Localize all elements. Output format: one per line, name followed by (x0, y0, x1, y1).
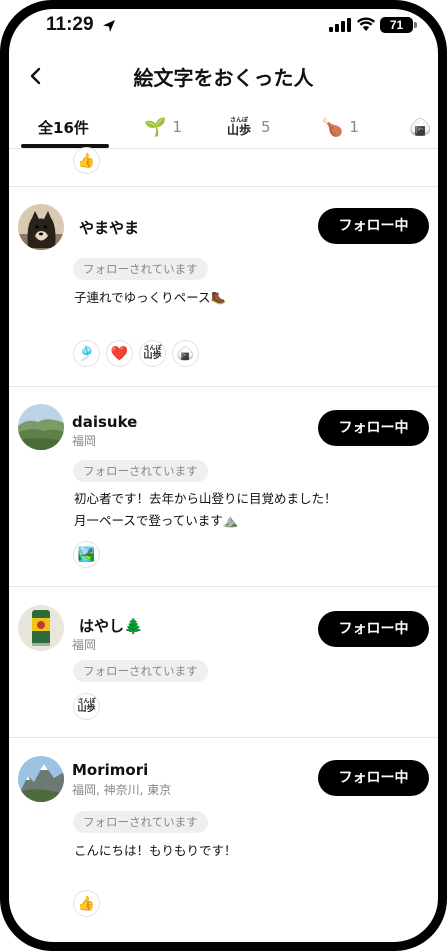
drumstick-icon: 🍗 (321, 116, 344, 138)
cellular-signal-icon (329, 18, 351, 32)
list-item-partial: 👍 (9, 147, 438, 187)
beer-can-avatar-icon (18, 605, 64, 651)
tab-sanpo[interactable]: さんぽ 山歩 5 (227, 109, 271, 145)
user-name[interactable]: Morimori (72, 761, 148, 779)
rice-ball-icon: 🍙 (409, 116, 432, 138)
wind-chime-reaction[interactable]: 🎐 (73, 340, 100, 367)
thumbs-up-reaction[interactable]: 👍 (73, 890, 100, 917)
shiba-dog-avatar-icon (18, 204, 64, 250)
reaction-list: 🏞️ (73, 541, 100, 568)
battery-tip (414, 22, 417, 28)
status-time: 11:29 (46, 14, 94, 35)
tab-rice-ball[interactable]: 🍙 2 (409, 109, 438, 145)
following-button[interactable]: フォロー中 (318, 760, 429, 796)
tab-all-count: 16件 (53, 118, 89, 137)
user-location: 福岡 (72, 638, 97, 652)
rice-ball-reaction[interactable]: 🍙 (172, 340, 199, 367)
user-bio: 子連れでゆっくりペース🥾 (74, 290, 227, 305)
reaction-list: さんぽ 山歩 (73, 693, 100, 720)
sanpo-icon: さんぽ 山歩 (227, 117, 252, 137)
location-arrow-icon (103, 20, 115, 32)
seedling-icon: 🌱 (144, 116, 167, 138)
following-button[interactable]: フォロー中 (318, 410, 429, 446)
sanpo-reaction[interactable]: さんぽ 山歩 (139, 340, 166, 367)
heart-reaction[interactable]: ❤️ (106, 340, 133, 367)
status-bar: 11:29 71 (9, 9, 438, 43)
user-bio: 初心者です！去年から山登りに目覚めました！ 月一ペースで登っています⛰️ (74, 491, 337, 528)
follows-you-badge: フォローされています (73, 660, 208, 682)
list-item[interactable]: やまやま フォロー中 フォローされています 子連れでゆっくりペース🥾 🎐 ❤️ … (9, 187, 438, 387)
list-item[interactable]: はやし🌲 福岡 フォロー中 フォローされています さんぽ 山歩 (9, 587, 438, 738)
sanpo-reaction[interactable]: さんぽ 山歩 (73, 693, 100, 720)
user-list: 👍 やまやま フォロー中 フォローされています 子連れでゆっくりペース🥾 🎐 ❤… (9, 147, 438, 938)
following-button[interactable]: フォロー中 (318, 611, 429, 647)
park-reaction[interactable]: 🏞️ (73, 541, 100, 568)
user-name[interactable]: はやし🌲 (79, 615, 143, 636)
avatar[interactable] (18, 756, 64, 802)
alpine-peaks-avatar-icon (18, 756, 64, 802)
tab-seedling-count: 1 (172, 118, 182, 136)
list-item[interactable]: Morimori 福岡, 神奈川, 東京 フォロー中 フォローされています こん… (9, 738, 438, 938)
user-bio: こんにちは！もりもりです！ (74, 843, 237, 858)
screen: 11:29 71 絵文字をおくった人 全 16件 🌱 1 さんぽ 山歩 5 🍗 … (9, 9, 438, 942)
mountain-landscape-avatar-icon (18, 404, 64, 450)
avatar[interactable] (18, 204, 64, 250)
battery-icon: 71 (380, 17, 413, 33)
phone-frame: 11:29 71 絵文字をおくった人 全 16件 🌱 1 さんぽ 山歩 5 🍗 … (0, 0, 447, 951)
tab-all[interactable]: 全 16件 (38, 109, 89, 145)
tab-drumstick-count: 1 (349, 118, 359, 136)
follows-you-badge: フォローされています (73, 258, 208, 280)
user-name[interactable]: やまやま (79, 217, 139, 238)
avatar[interactable] (18, 605, 64, 651)
list-item[interactable]: daisuke 福岡 フォロー中 フォローされています 初心者です！去年から山登… (9, 387, 438, 587)
reaction-list: 🎐 ❤️ さんぽ 山歩 🍙 (73, 340, 199, 367)
page-title: 絵文字をおくった人 (133, 66, 314, 90)
tab-all-label: 全 (38, 118, 54, 137)
emoji-tabs: 全16件 🌱 1 さんぽ山歩 5 🍗 1 🍙 2 (9, 109, 438, 149)
reaction-list: 👍 (73, 147, 100, 174)
tab-drumstick[interactable]: 🍗 1 (321, 109, 359, 145)
header: 絵文字をおくった人 (9, 57, 438, 97)
user-location: 福岡, 神奈川, 東京 (72, 783, 172, 797)
user-location: 福岡 (72, 434, 97, 448)
user-name[interactable]: daisuke (72, 413, 137, 431)
tab-sanpo-count: 5 (261, 118, 271, 136)
follows-you-badge: フォローされています (73, 811, 208, 833)
tab-rice-ball-count: 2 (437, 118, 438, 136)
follows-you-badge: フォローされています (73, 460, 208, 482)
avatar[interactable] (18, 404, 64, 450)
following-button[interactable]: フォロー中 (318, 208, 429, 244)
wifi-icon (356, 17, 376, 31)
tab-seedling[interactable]: 🌱 1 (144, 109, 182, 145)
thumbs-up-reaction[interactable]: 👍 (73, 147, 100, 174)
reaction-list: 👍 (73, 890, 100, 917)
